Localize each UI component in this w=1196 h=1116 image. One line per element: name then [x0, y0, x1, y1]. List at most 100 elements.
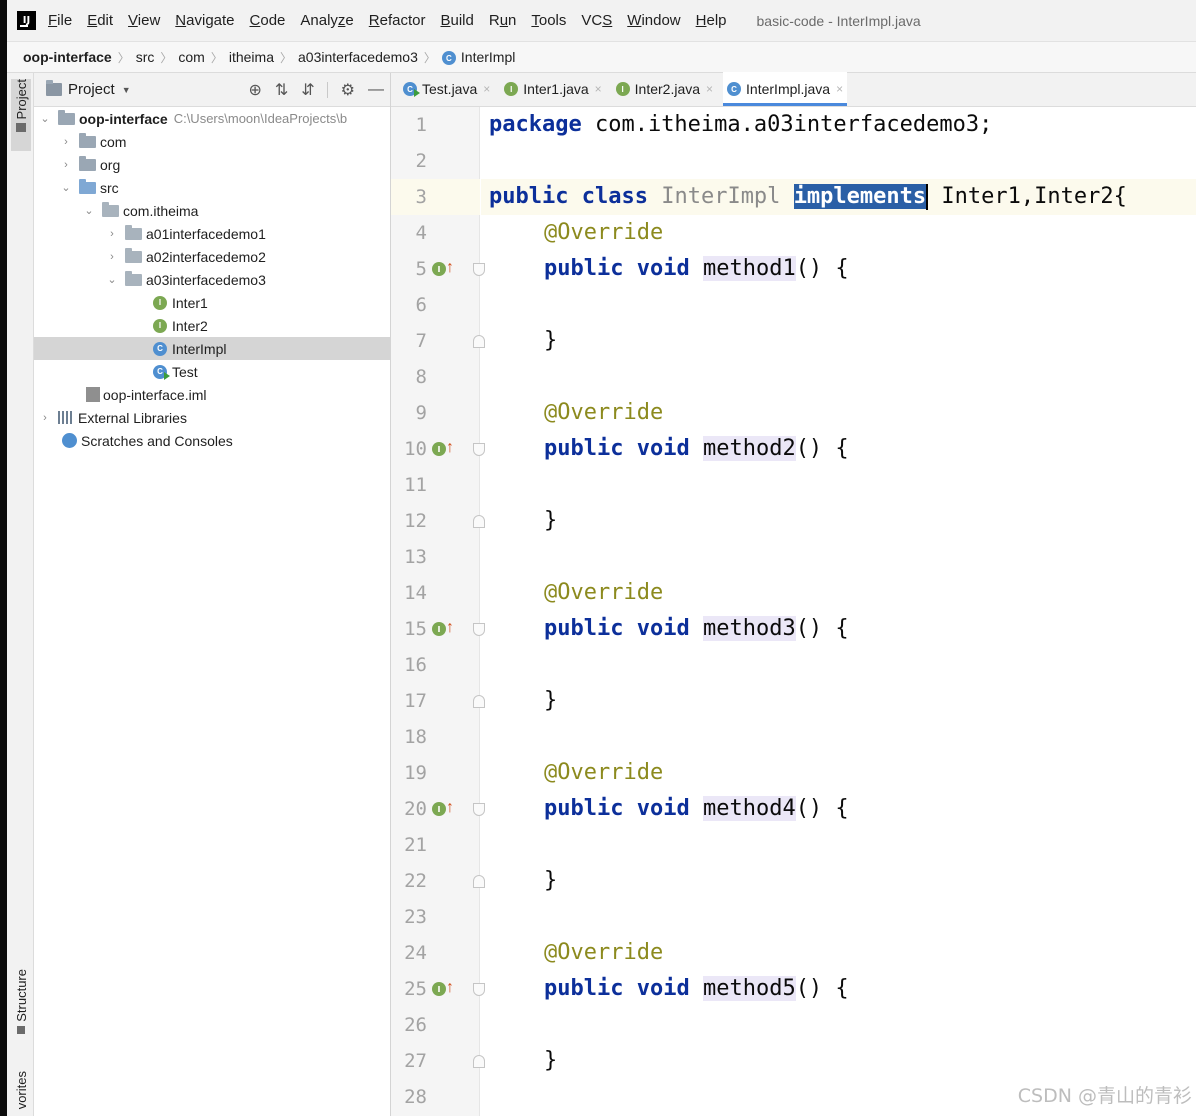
line-number: 10 [404, 438, 427, 460]
hide-panel-icon[interactable]: — [368, 81, 384, 99]
code-line-closing-brace: } [544, 868, 558, 893]
menu-code[interactable]: Code [250, 12, 286, 29]
menu-analyze[interactable]: Analyze [300, 12, 353, 29]
tree-item-com[interactable]: › com [34, 130, 390, 153]
tree-item-module[interactable]: ⌄ oop-interface C:\Users\moon\IdeaProjec… [34, 107, 390, 130]
line-number: 15 [404, 618, 427, 640]
tree-item-test[interactable]: C Test [34, 360, 390, 383]
code-line-class-declaration: public class InterImpl implements Inter1… [489, 184, 1127, 210]
tree-item-a02interfacedemo2[interactable]: › a02interfacedemo2 [34, 245, 390, 268]
chevron-down-icon[interactable]: ⌄ [59, 181, 73, 194]
editor-tabs: C Test.java × I Inter1.java × I Inter2.j… [391, 72, 1196, 107]
tab-inter1-java[interactable]: I Inter1.java × [500, 72, 605, 106]
favorites-tool-tab[interactable]: vorites [11, 1071, 31, 1116]
tab-inter2-java[interactable]: I Inter2.java × [612, 72, 717, 106]
collapse-all-icon[interactable]: ⇵ [301, 80, 314, 100]
tree-item-a01interfacedemo1[interactable]: › a01interfacedemo1 [34, 222, 390, 245]
menu-edit[interactable]: Edit [87, 12, 113, 29]
breadcrumb-itheima[interactable]: itheima [229, 49, 274, 65]
tab-interimpl-java[interactable]: C InterImpl.java × [723, 72, 848, 106]
runnable-class-icon: C [153, 364, 170, 380]
scratches-icon [62, 433, 77, 448]
go-to-super-arrow-icon[interactable]: ↑ [446, 800, 454, 816]
menu-run[interactable]: Run [489, 12, 517, 29]
close-icon[interactable]: × [483, 82, 490, 96]
implements-method-icon[interactable]: I [432, 982, 446, 996]
menu-vcs[interactable]: VCS [581, 12, 612, 29]
chevron-right-icon[interactable]: › [59, 159, 73, 171]
screen-edge [0, 0, 7, 1116]
tool-window-strip: Project Structure vorites [7, 73, 34, 1116]
breadcrumb-package[interactable]: a03interfacedemo3 [298, 49, 418, 65]
chevron-down-icon[interactable]: ⌄ [105, 273, 119, 286]
code-line-override: @Override [544, 940, 664, 965]
tree-item-iml[interactable]: oop-interface.iml [34, 383, 390, 406]
go-to-super-arrow-icon[interactable]: ↑ [446, 440, 454, 456]
tree-item-src[interactable]: ⌄ src [34, 176, 390, 199]
line-number: 9 [415, 402, 427, 424]
tree-item-com-itheima[interactable]: ⌄ com.itheima [34, 199, 390, 222]
chevron-right-icon[interactable]: › [105, 251, 119, 263]
code-area[interactable]: package com.itheima.a03interfacedemo3; p… [481, 107, 1196, 1116]
method-name: method1 [702, 256, 796, 281]
menu-refactor[interactable]: Refactor [369, 12, 426, 29]
tree-item-external-libraries[interactable]: › External Libraries [34, 406, 390, 429]
go-to-super-arrow-icon[interactable]: ↑ [446, 980, 454, 996]
tree-item-inter1[interactable]: I Inter1 [34, 291, 390, 314]
project-tool-tab[interactable]: Project [11, 79, 31, 151]
line-number: 5 [415, 258, 427, 280]
breadcrumb-class[interactable]: C InterImpl [441, 49, 515, 66]
menu-help[interactable]: Help [696, 12, 727, 29]
implements-method-icon[interactable]: I [432, 262, 446, 276]
project-panel-header: Project ▼ ⊕ ⇅ ⇵ ⚙ — [34, 73, 390, 107]
close-icon[interactable]: × [706, 82, 713, 96]
chevron-down-icon[interactable]: ⌄ [82, 204, 96, 217]
line-number: 4 [415, 222, 427, 244]
line-number: 8 [415, 366, 427, 388]
implements-method-icon[interactable]: I [432, 622, 446, 636]
menu-navigate[interactable]: Navigate [175, 12, 234, 29]
gear-icon[interactable]: ⚙ [341, 80, 355, 100]
line-number: 2 [415, 150, 427, 172]
implements-method-icon[interactable]: I [432, 442, 446, 456]
close-icon[interactable]: × [595, 82, 602, 96]
tree-item-org[interactable]: › org [34, 153, 390, 176]
code-line-closing-brace: } [544, 1048, 558, 1073]
code-line-closing-brace: } [544, 688, 558, 713]
tree-item-a03interfacedemo3[interactable]: ⌄ a03interfacedemo3 [34, 268, 390, 291]
close-icon[interactable]: × [836, 82, 843, 96]
chevron-right-icon[interactable]: › [59, 136, 73, 148]
editor-gutter[interactable]: 1 2 3 4 5 6 7 8 9 10 11 12 13 14 15 16 17 18 19 20 21 22 23 24 2… [391, 107, 485, 1116]
breadcrumb-src[interactable]: src [136, 49, 155, 65]
code-line-package: package com.itheima.a03interfacedemo3; [489, 112, 993, 137]
tree-item-interimpl[interactable]: C InterImpl [34, 337, 390, 360]
locate-icon[interactable]: ⊕ [248, 80, 261, 100]
line-number: 23 [404, 906, 427, 928]
structure-tool-tab[interactable]: Structure [11, 969, 31, 1049]
line-number: 6 [415, 294, 427, 316]
go-to-super-arrow-icon[interactable]: ↑ [446, 620, 454, 636]
tree-item-inter2[interactable]: I Inter2 [34, 314, 390, 337]
implements-method-icon[interactable]: I [432, 802, 446, 816]
class-icon: C [441, 51, 456, 66]
tree-item-scratches[interactable]: Scratches and Consoles [34, 429, 390, 452]
menu-file[interactable]: File [48, 12, 72, 29]
menu-tools[interactable]: Tools [531, 12, 566, 29]
tab-test-java[interactable]: C Test.java × [399, 72, 494, 106]
menu-view[interactable]: View [128, 12, 160, 29]
chevron-down-icon[interactable]: ⌄ [38, 112, 52, 125]
chevron-right-icon[interactable]: › [105, 228, 119, 240]
menu-window[interactable]: Window [627, 12, 680, 29]
go-to-super-arrow-icon[interactable]: ↑ [446, 260, 454, 276]
method-name: method2 [702, 436, 796, 461]
chevron-down-icon[interactable]: ▼ [122, 85, 131, 95]
package-icon [125, 270, 142, 286]
menu-build[interactable]: Build [440, 12, 473, 29]
package-icon [102, 201, 119, 217]
breadcrumb-module[interactable]: oop-interface [23, 49, 112, 65]
project-view-title[interactable]: Project [68, 81, 115, 98]
chevron-right-icon[interactable]: › [38, 412, 52, 424]
expand-all-icon[interactable]: ⇅ [275, 80, 288, 100]
breadcrumb-com[interactable]: com [178, 49, 204, 65]
line-number: 13 [404, 546, 427, 568]
